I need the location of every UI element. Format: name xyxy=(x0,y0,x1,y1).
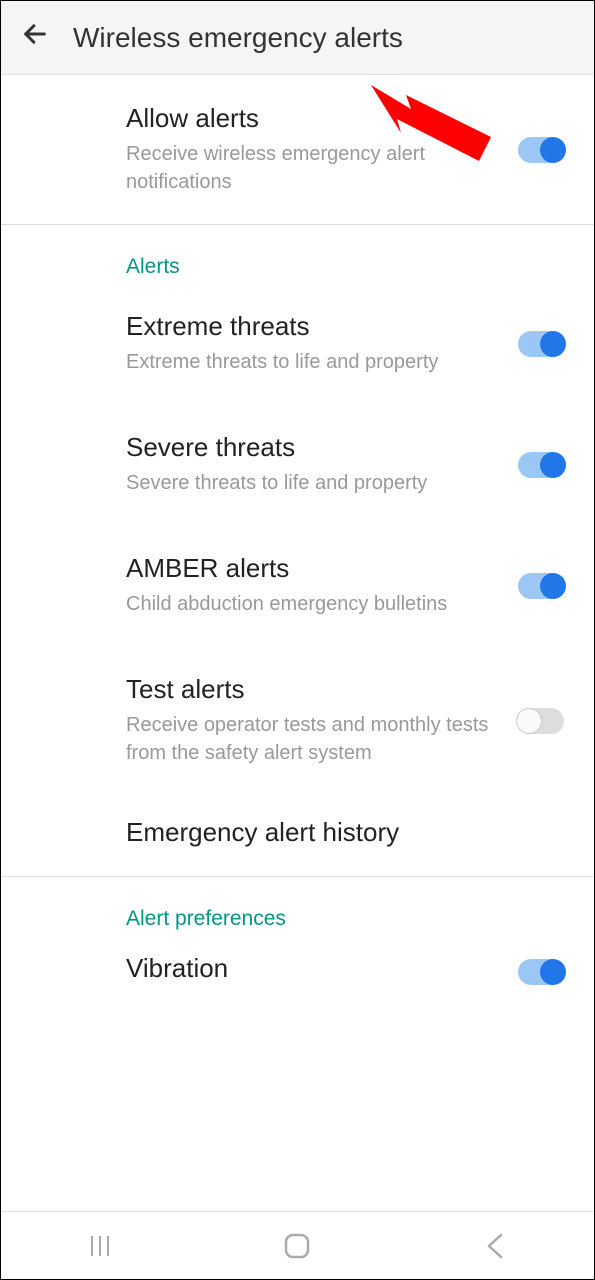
extreme-threats-title: Extreme threats xyxy=(126,311,498,342)
amber-alerts-row[interactable]: AMBER alerts Child abduction emergency b… xyxy=(1,525,594,646)
vibration-title: Vibration xyxy=(126,953,498,984)
extreme-threats-subtitle: Extreme threats to life and property xyxy=(126,348,498,376)
allow-alerts-row[interactable]: Allow alerts Receive wireless emergency … xyxy=(1,75,594,224)
extreme-threats-toggle[interactable] xyxy=(518,331,564,357)
allow-alerts-toggle[interactable] xyxy=(518,137,564,163)
severe-threats-subtitle: Severe threats to life and property xyxy=(126,469,498,497)
vibration-row[interactable]: Vibration xyxy=(1,935,594,1018)
test-alerts-row[interactable]: Test alerts Receive operator tests and m… xyxy=(1,646,594,795)
emergency-history-row[interactable]: Emergency alert history xyxy=(1,795,594,876)
test-alerts-toggle[interactable] xyxy=(518,708,564,734)
navigation-bar xyxy=(1,1211,594,1279)
test-alerts-subtitle: Receive operator tests and monthly tests… xyxy=(126,711,498,767)
severe-threats-row[interactable]: Severe threats Severe threats to life an… xyxy=(1,404,594,525)
preferences-section-header: Alert preferences xyxy=(1,877,594,935)
amber-alerts-toggle[interactable] xyxy=(518,573,564,599)
severe-threats-title: Severe threats xyxy=(126,432,498,463)
recent-apps-icon[interactable] xyxy=(70,1226,130,1266)
amber-alerts-title: AMBER alerts xyxy=(126,553,498,584)
back-icon[interactable] xyxy=(21,20,49,55)
vibration-toggle[interactable] xyxy=(518,959,564,985)
home-icon[interactable] xyxy=(267,1226,327,1266)
amber-alerts-subtitle: Child abduction emergency bulletins xyxy=(126,590,498,618)
red-arrow-annotation xyxy=(351,73,501,163)
extreme-threats-row[interactable]: Extreme threats Extreme threats to life … xyxy=(1,283,594,404)
severe-threats-toggle[interactable] xyxy=(518,452,564,478)
page-title: Wireless emergency alerts xyxy=(73,22,403,54)
emergency-history-label: Emergency alert history xyxy=(126,817,564,848)
alerts-section-header: Alerts xyxy=(1,225,594,283)
app-header: Wireless emergency alerts xyxy=(1,1,594,75)
back-nav-icon[interactable] xyxy=(465,1226,525,1266)
test-alerts-title: Test alerts xyxy=(126,674,498,705)
